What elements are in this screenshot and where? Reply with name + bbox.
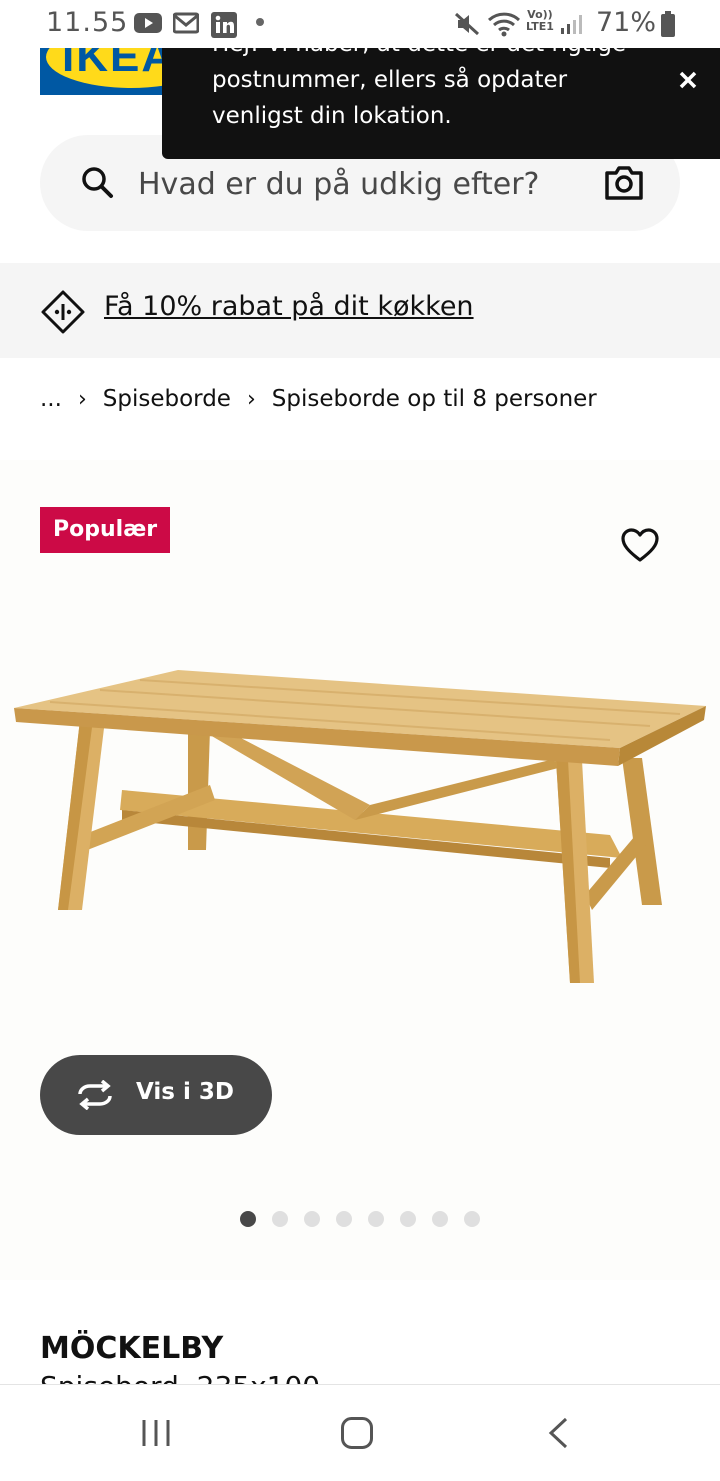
pagination-dot[interactable] <box>272 1211 288 1227</box>
back-icon <box>548 1417 568 1449</box>
camera-icon[interactable] <box>604 165 644 206</box>
youtube-icon <box>134 12 162 38</box>
view-3d-button[interactable]: Vis i 3D <box>40 1055 272 1135</box>
logo-lettering: IKEA <box>62 48 176 81</box>
promo-link[interactable]: Få 10% rabat på dit køkken <box>104 291 474 322</box>
chevron-right-icon: › <box>246 386 256 412</box>
close-icon <box>679 71 697 89</box>
toast-close-button[interactable] <box>674 66 702 94</box>
breadcrumb-item-current[interactable]: Spiseborde op til 8 personer <box>272 386 597 412</box>
lte-indicator: Vo)) LTE1 <box>526 9 554 33</box>
pagination-dot[interactable] <box>240 1211 256 1227</box>
rotate-3d-icon <box>74 1079 116 1115</box>
home-icon <box>341 1417 373 1449</box>
product-gallery[interactable]: Populær Vis i 3D <box>0 460 720 1280</box>
status-time: 11.55 <box>46 7 129 38</box>
table-image <box>14 670 706 983</box>
pagination-dot[interactable] <box>400 1211 416 1227</box>
pagination-dot[interactable] <box>464 1211 480 1227</box>
status-bar: 11.55 Vo)) LTE1 71% <box>0 0 720 48</box>
search-input[interactable] <box>136 159 580 209</box>
back-button[interactable] <box>546 1417 570 1454</box>
recent-apps-icon <box>142 1420 170 1446</box>
heart-icon[interactable] <box>620 527 660 568</box>
breadcrumb-ellipsis[interactable]: ... <box>40 386 62 412</box>
discount-tag-icon <box>40 289 86 340</box>
product-name: MÖCKELBY <box>40 1331 224 1366</box>
chevron-right-icon: › <box>77 386 87 412</box>
home-button[interactable] <box>340 1416 374 1455</box>
pagination-dot[interactable] <box>304 1211 320 1227</box>
location-toast: Hej! Vi håber, at dette er det rigtige p… <box>162 48 720 159</box>
popular-badge: Populær <box>40 507 171 553</box>
battery-icon <box>660 11 676 41</box>
ikea-logo[interactable]: IKEA <box>40 48 180 95</box>
image-pagination <box>240 1211 480 1227</box>
promo-banner[interactable]: Få 10% rabat på dit køkken <box>0 263 720 358</box>
view-3d-label: Vis i 3D <box>136 1079 234 1105</box>
lte-bottom-label: LTE1 <box>526 20 554 33</box>
recent-apps-button[interactable] <box>140 1417 172 1454</box>
pagination-dot[interactable] <box>432 1211 448 1227</box>
gmail-icon <box>172 12 200 38</box>
breadcrumb: ... › Spiseborde › Spiseborde op til 8 p… <box>40 386 597 412</box>
signal-icon <box>560 13 584 39</box>
toast-message: Hej! Vi håber, at dette er det rigtige p… <box>212 48 626 129</box>
wifi-icon <box>487 10 521 42</box>
pagination-dot[interactable] <box>368 1211 384 1227</box>
mute-icon <box>454 11 480 41</box>
breadcrumb-item-spiseborde[interactable]: Spiseborde <box>103 386 231 412</box>
linkedin-icon <box>211 12 237 42</box>
android-nav-bar <box>0 1384 720 1481</box>
notification-dot <box>256 18 264 26</box>
battery-percent: 71% <box>596 7 657 38</box>
pagination-dot[interactable] <box>336 1211 352 1227</box>
search-icon <box>80 165 114 204</box>
